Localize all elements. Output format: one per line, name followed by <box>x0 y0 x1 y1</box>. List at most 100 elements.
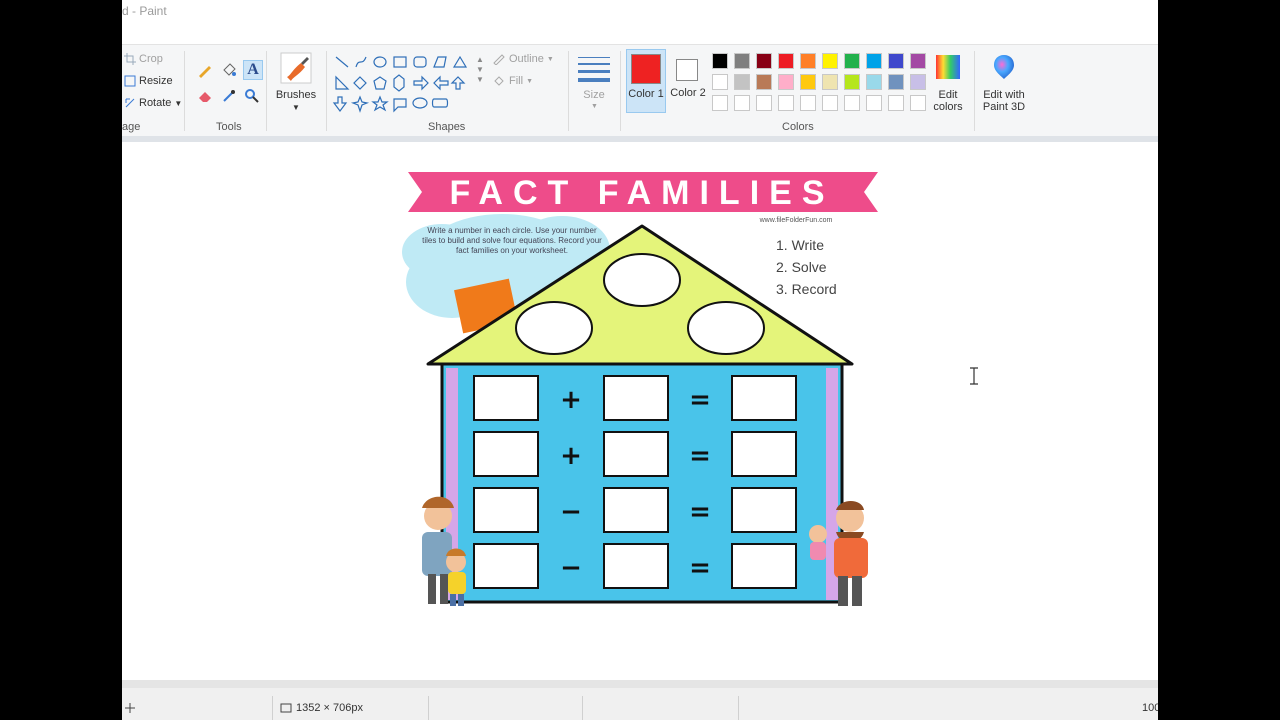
divider <box>272 696 273 720</box>
operator-sign: + <box>560 441 582 471</box>
pencil-icon[interactable] <box>196 61 214 79</box>
palette-swatch[interactable] <box>778 53 794 69</box>
cursor-position-icon <box>124 702 136 714</box>
palette-swatch[interactable] <box>734 74 750 90</box>
text-icon[interactable]: A <box>243 60 263 80</box>
resize-button[interactable]: Resize <box>124 75 173 87</box>
divider <box>620 51 621 131</box>
palette-swatch[interactable] <box>888 74 904 90</box>
answer-box <box>603 487 669 533</box>
brushes-button[interactable]: Brushes ▼ <box>274 51 318 113</box>
divider <box>582 696 583 720</box>
palette-swatch[interactable] <box>712 74 728 90</box>
text-cursor-icon <box>970 367 978 385</box>
palette-swatch[interactable] <box>800 53 816 69</box>
palette-swatch[interactable] <box>756 53 772 69</box>
brush-icon <box>280 52 312 84</box>
palette-swatch[interactable] <box>910 53 926 69</box>
chevron-down-icon: ▼ <box>526 77 533 85</box>
palette-swatch[interactable] <box>866 74 882 90</box>
image-size: 1352 × 706px <box>280 702 363 714</box>
colors-group-label: Colors <box>782 121 814 133</box>
color2-button[interactable]: Color 2 <box>668 49 708 113</box>
crop-button[interactable]: Crop <box>124 53 163 65</box>
palette-swatch[interactable] <box>756 74 772 90</box>
palette-swatch[interactable] <box>800 74 816 90</box>
answer-box <box>731 543 797 589</box>
operator-sign: − <box>560 497 582 527</box>
shapes-gallery[interactable] <box>332 53 484 113</box>
palette-swatch[interactable] <box>866 53 882 69</box>
palette-swatch[interactable] <box>910 74 926 90</box>
outline-button[interactable]: Outline ▼ <box>492 53 554 65</box>
size-button[interactable]: Size ▼ <box>574 53 614 113</box>
eraser-icon[interactable] <box>196 87 214 105</box>
step-solve: 2. Solve <box>776 259 827 275</box>
color1-button[interactable]: Color 1 <box>626 49 666 113</box>
fill-bucket-icon <box>494 76 504 86</box>
color2-swatch <box>676 59 698 81</box>
palette-swatch[interactable] <box>822 53 838 69</box>
palette-swatch[interactable] <box>734 53 750 69</box>
palette-swatch[interactable] <box>844 95 860 111</box>
operator-sign: + <box>560 385 582 415</box>
palette-swatch[interactable] <box>822 74 838 90</box>
palette-swatch[interactable] <box>734 95 750 111</box>
paint-window: d - Paint Crop Resize Rotate ▼ age A Too… <box>122 0 1158 720</box>
fill-icon[interactable] <box>220 61 238 79</box>
status-bar: 1352 × 706px 100 <box>122 680 1158 720</box>
palette-swatch[interactable] <box>866 95 882 111</box>
palette-swatch[interactable] <box>844 74 860 90</box>
palette-swatch[interactable] <box>712 53 728 69</box>
worksheet-title: FACT FAMILIES <box>450 174 835 212</box>
divider <box>568 51 569 131</box>
image-size-icon <box>280 703 292 713</box>
answer-box <box>473 543 539 589</box>
color-picker-icon[interactable] <box>220 87 238 105</box>
worksheet-website: www.fileFolderFun.com <box>759 217 833 224</box>
worksheet-instructions: Write a number in each circle. Use your … <box>422 226 602 255</box>
roof-circle-top <box>603 253 681 307</box>
rotate-button[interactable]: Rotate ▼ <box>124 97 182 109</box>
palette-swatch[interactable] <box>888 95 904 111</box>
palette-swatch[interactable] <box>778 74 794 90</box>
palette-swatch[interactable] <box>756 95 772 111</box>
roof-circle-left <box>515 301 593 355</box>
divider <box>428 696 429 720</box>
color1-swatch <box>631 54 661 84</box>
divider <box>738 696 739 720</box>
palette-swatch[interactable] <box>800 95 816 111</box>
palette-swatch[interactable] <box>844 53 860 69</box>
fill-button[interactable]: Fill ▼ <box>492 75 533 87</box>
canvas[interactable]: FACT FAMILIES www.fileFolderFun.com Writ… <box>122 142 1158 678</box>
tools-group-label: Tools <box>216 121 242 133</box>
answer-box <box>603 431 669 477</box>
answer-box <box>603 375 669 421</box>
worksheet-image: FACT FAMILIES www.fileFolderFun.com Writ… <box>402 172 878 606</box>
operator-sign: − <box>560 553 582 583</box>
chevron-down-icon: ▼ <box>174 98 183 108</box>
divider <box>184 51 185 131</box>
palette-swatch[interactable] <box>712 95 728 111</box>
paint3d-icon <box>994 55 1014 79</box>
step-record: 3. Record <box>776 281 837 297</box>
magnifier-icon[interactable] <box>243 87 261 105</box>
equals-sign: = <box>689 497 711 527</box>
roof-circle-right <box>687 301 765 355</box>
divider <box>266 51 267 131</box>
crop-icon <box>124 53 136 65</box>
palette-swatch[interactable] <box>778 95 794 111</box>
shapes-scroll[interactable]: ▲ ▼ ▼ <box>476 55 484 85</box>
answer-box <box>473 431 539 477</box>
palette-swatch[interactable] <box>822 95 838 111</box>
rotate-icon <box>125 98 135 108</box>
palette-swatch[interactable] <box>910 95 926 111</box>
edit-colors-button[interactable]: Edit colors <box>928 51 968 115</box>
paint3d-button[interactable]: Edit with Paint 3D <box>978 51 1030 115</box>
ribbon: Crop Resize Rotate ▼ age A Tools Brushes… <box>122 44 1158 137</box>
palette-swatch[interactable] <box>888 53 904 69</box>
image-group-label: age <box>122 121 141 133</box>
step-write: 1. Write <box>776 237 824 253</box>
chevron-down-icon: ▼ <box>591 103 598 110</box>
equals-sign: = <box>689 385 711 415</box>
